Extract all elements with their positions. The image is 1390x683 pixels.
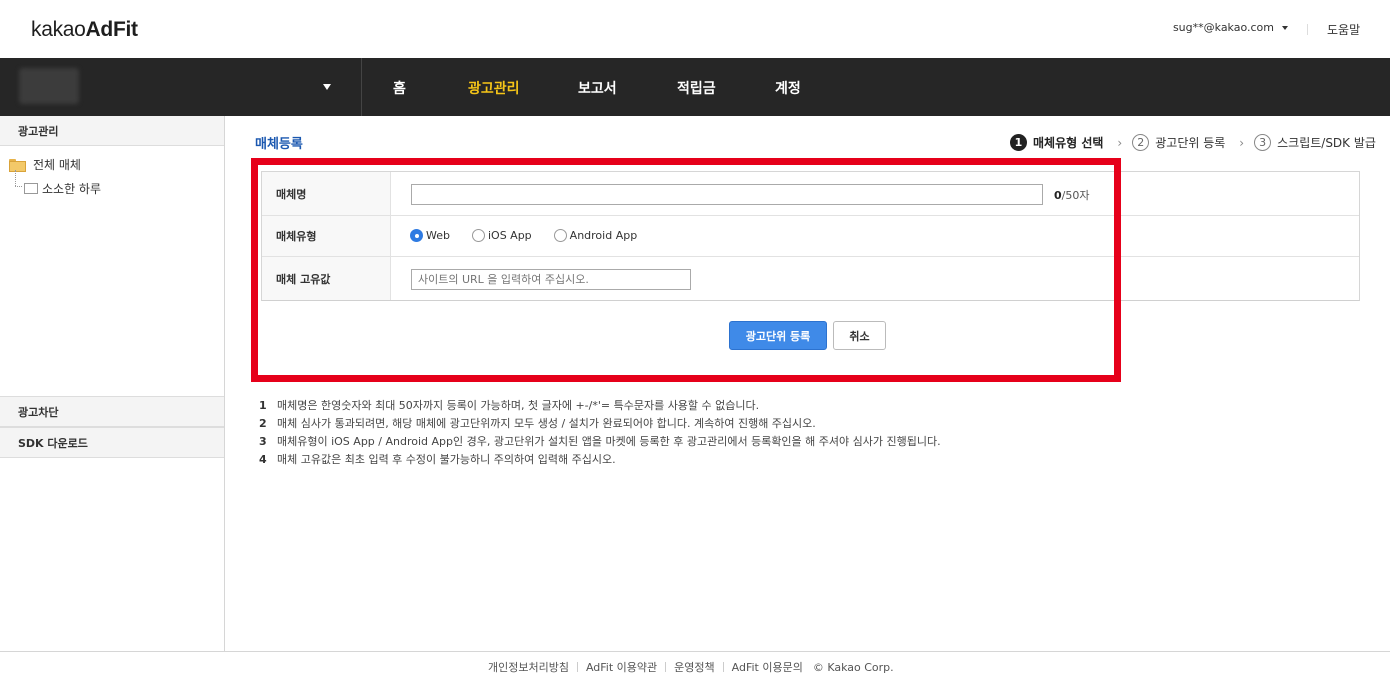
list-item: 4 매체 고유값은 최초 입력 후 수정이 불가능하니 주의하여 입력해 주십시오…: [259, 452, 941, 470]
footer-divider: [665, 662, 667, 672]
site-thumbnail: [19, 68, 79, 104]
logo-text-bold: AdFit: [85, 18, 138, 41]
step-3: 3 스크립트/SDK 발급: [1254, 134, 1376, 151]
form-row-media-name: 매체명 0/50자: [262, 172, 1359, 216]
footer-link-terms[interactable]: AdFit 이용약관: [586, 659, 657, 675]
radio-android-app[interactable]: Android App: [553, 229, 638, 242]
nav-reports[interactable]: 보고서: [578, 78, 617, 98]
nav-account[interactable]: 계정: [775, 78, 801, 98]
chevron-right-icon: ›: [1239, 135, 1245, 150]
char-count-current: 0: [1054, 189, 1062, 202]
step-number: 2: [1132, 134, 1150, 151]
footer-link-inquiry[interactable]: AdFit 이용문의: [732, 659, 803, 675]
radio-ios-app[interactable]: iOS App: [471, 229, 532, 242]
note-number: 3: [259, 435, 267, 448]
site-selector[interactable]: [0, 58, 362, 116]
list-item: 3 매체유형이 iOS App / Android App인 경우, 광고단위가 …: [259, 434, 941, 452]
logo-text-light: kakao: [31, 18, 86, 41]
note-text: 매체명은 한영숫자와 최대 50자까지 등록이 가능하며, 첫 글자에 +-/*…: [277, 399, 760, 412]
radio-web[interactable]: Web: [410, 229, 450, 242]
footer-divider: [722, 662, 724, 672]
footer-divider: [576, 662, 578, 672]
form-row-unique-value: 매체 고유값: [262, 257, 1359, 300]
form-row-media-type: 매체유형 Web iOS App Android App: [262, 216, 1359, 257]
page-title: 매체등록: [255, 137, 303, 152]
media-type-radio-group: Web iOS App Android App: [410, 229, 659, 242]
field-label: 매체유형: [262, 216, 391, 256]
kakao-adfit-logo[interactable]: kakaoAdFit: [31, 18, 138, 42]
sidebar: 광고관리 전체 매체 소소한 하루 광고차단 SDK 다운로드: [0, 116, 225, 651]
step-indicator: 1 매체유형 선택 › 2 광고단위 등록 › 3 스크립트/SDK 발급: [1010, 134, 1376, 151]
tree-item-label: 소소한 하루: [42, 181, 102, 196]
nav-home[interactable]: 홈: [393, 78, 406, 98]
radio-label: iOS App: [487, 229, 532, 242]
step-label: 광고단위 등록: [1155, 136, 1226, 150]
radio-label: Android App: [569, 229, 638, 242]
field-label: 매체 고유값: [262, 257, 391, 300]
tree-item-media[interactable]: 소소한 하루: [9, 170, 224, 200]
footer-link-privacy[interactable]: 개인정보처리방침: [488, 659, 569, 675]
note-number: 1: [259, 399, 267, 412]
chevron-right-icon: ›: [1117, 135, 1123, 150]
note-text: 매체 고유값은 최초 입력 후 수정이 불가능하니 주의하여 입력해 주십시오.: [277, 453, 616, 466]
list-item: 2 매체 심사가 통과되려면, 해당 매체에 광고단위까지 모두 생성 / 설치가…: [259, 416, 941, 434]
copyright: © Kakao Corp.: [812, 660, 894, 674]
caret-down-icon[interactable]: [323, 84, 331, 90]
note-text: 매체 심사가 통과되려면, 해당 매체에 광고단위까지 모두 생성 / 설치가 …: [277, 417, 816, 430]
main-navigation: 홈 광고관리 보고서 적립금 계정: [0, 58, 1390, 116]
step-number: 3: [1254, 134, 1272, 151]
list-item: 1 매체명은 한영숫자와 최대 50자까지 등록이 가능하며, 첫 글자에 +-/…: [259, 398, 941, 416]
step-number: 1: [1010, 134, 1027, 151]
nav-ad-management[interactable]: 광고관리: [468, 78, 520, 98]
nav-reserve[interactable]: 적립금: [677, 78, 716, 98]
note-number: 4: [259, 453, 267, 466]
footer: 개인정보처리방침 AdFit 이용약관 운영정책 AdFit 이용문의 © Ka…: [0, 651, 1390, 683]
media-name-input[interactable]: [411, 184, 1043, 205]
media-registration-form: 매체명 0/50자 매체유형 Web iOS App Android App 매…: [261, 171, 1360, 301]
radio-checked-icon[interactable]: [410, 229, 423, 242]
radio-unchecked-icon[interactable]: [471, 229, 485, 242]
cancel-button[interactable]: 취소: [833, 321, 886, 350]
radio-unchecked-icon[interactable]: [553, 229, 567, 242]
footer-link-policy[interactable]: 운영정책: [674, 659, 714, 675]
sidebar-section-title[interactable]: 광고관리: [0, 116, 224, 146]
field-label: 매체명: [262, 172, 391, 215]
step-label: 매체유형 선택: [1033, 136, 1104, 150]
step-label: 스크립트/SDK 발급: [1277, 136, 1376, 150]
media-tree: 전체 매체 소소한 하루: [0, 146, 224, 200]
sidebar-item-sdk-download[interactable]: SDK 다운로드: [0, 427, 224, 458]
top-header: kakaoAdFit sug**@kakao.com 도움말: [0, 0, 1390, 58]
sidebar-item-ad-blocking[interactable]: 광고차단: [0, 396, 224, 427]
step-1: 1 매체유형 선택: [1010, 134, 1103, 151]
note-text: 매체유형이 iOS App / Android App인 경우, 광고단위가 설…: [277, 435, 941, 448]
caret-down-icon: [1282, 25, 1288, 30]
register-ad-unit-button[interactable]: 광고단위 등록: [729, 321, 827, 350]
account-dropdown[interactable]: sug**@kakao.com: [1173, 21, 1288, 34]
account-email: sug**@kakao.com: [1172, 21, 1274, 34]
note-number: 2: [259, 417, 267, 430]
help-link[interactable]: 도움말: [1327, 21, 1360, 38]
radio-label: Web: [426, 229, 450, 242]
tree-item-label: 전체 매체: [33, 157, 81, 172]
step-2: 2 광고단위 등록: [1132, 134, 1225, 151]
notes-list: 1 매체명은 한영숫자와 최대 50자까지 등록이 가능하며, 첫 글자에 +-/…: [259, 398, 941, 470]
footer-links: 개인정보처리방침 AdFit 이용약관 운영정책 AdFit 이용문의 © Ka…: [488, 659, 894, 675]
header-divider: [1307, 24, 1308, 35]
char-count-max: /50자: [1061, 189, 1090, 202]
unique-value-input[interactable]: [411, 269, 691, 290]
folder-icon: [24, 182, 38, 194]
tree-item-all-media[interactable]: 전체 매체: [9, 152, 224, 176]
char-counter: 0/50자: [1054, 187, 1089, 203]
folder-open-icon: [9, 158, 26, 172]
